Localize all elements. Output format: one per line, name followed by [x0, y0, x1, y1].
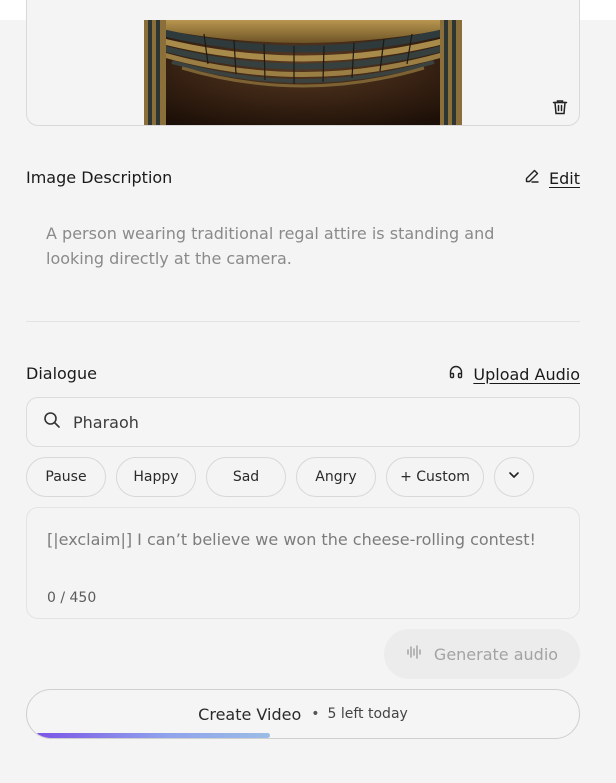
dialogue-title: Dialogue	[26, 364, 97, 383]
headphones-icon	[448, 364, 464, 384]
usage-progress-bar	[36, 733, 396, 738]
upload-audio-label: Upload Audio	[473, 364, 580, 384]
dialogue-textarea[interactable]: [|exclaim|] I can’t believe we won the c…	[26, 507, 580, 619]
upload-audio-button[interactable]: Upload Audio	[448, 364, 580, 384]
pencil-icon	[524, 168, 540, 188]
generate-audio-button[interactable]: Generate audio	[384, 629, 580, 679]
image-description-title: Image Description	[26, 168, 173, 187]
chip-sad[interactable]: Sad	[206, 457, 286, 497]
image-description-text: A person wearing traditional regal attir…	[46, 224, 495, 268]
waveform-icon	[406, 644, 424, 664]
chip-angry[interactable]: Angry	[296, 457, 376, 497]
create-video-button[interactable]: Create Video • 5 left today	[26, 689, 580, 739]
edit-label: Edit	[549, 168, 580, 188]
character-count: 0 / 450	[47, 590, 97, 606]
dialogue-placeholder: [|exclaim|] I can’t believe we won the c…	[47, 530, 536, 549]
generate-audio-label: Generate audio	[433, 644, 559, 664]
separator-dot: •	[311, 706, 320, 722]
chip-happy[interactable]: Happy	[116, 457, 196, 497]
more-chips-button[interactable]	[494, 457, 534, 497]
chip-custom[interactable]: + Custom	[386, 457, 484, 497]
section-divider	[26, 321, 580, 322]
usage-progress-fill	[36, 733, 270, 738]
remaining-count: 5 left today	[327, 706, 408, 722]
voice-search-field[interactable]	[26, 397, 580, 447]
edit-description-button[interactable]: Edit	[524, 168, 580, 188]
uploaded-image	[144, 20, 462, 125]
voice-search-input[interactable]	[73, 412, 533, 432]
chip-pause[interactable]: Pause	[26, 457, 106, 497]
image-preview-card	[26, 0, 580, 126]
chevron-down-icon	[507, 468, 521, 486]
create-video-label: Create Video	[198, 704, 302, 724]
search-icon	[43, 411, 61, 433]
trash-icon[interactable]	[551, 98, 569, 116]
